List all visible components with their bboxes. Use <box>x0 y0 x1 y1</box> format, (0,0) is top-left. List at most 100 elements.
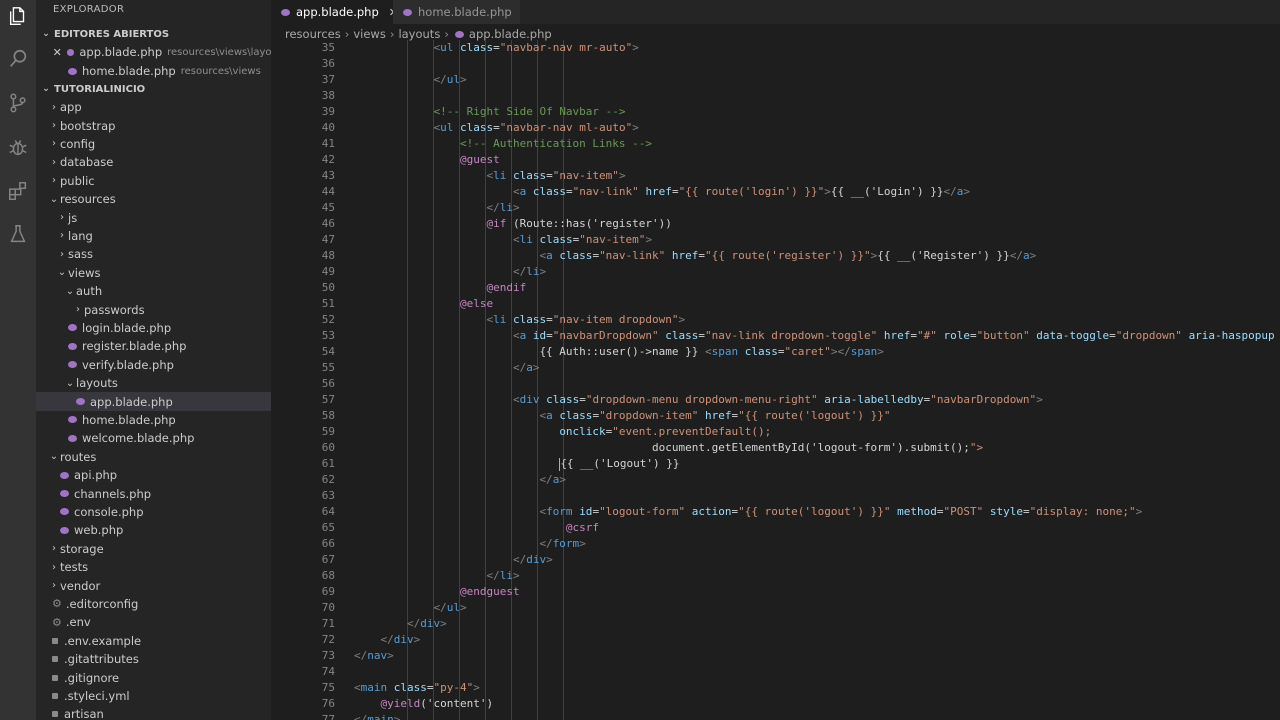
tree-folder[interactable]: ⌄ routes <box>36 448 271 466</box>
code-text: {{ __('Logout') }} <box>559 457 680 471</box>
tree-file[interactable]: ⚙ .editorconfig <box>36 595 271 613</box>
code-line[interactable]: 61 {{ __('Logout') }} <box>271 456 1280 472</box>
tree-file[interactable]: login.blade.php <box>36 319 271 337</box>
tree-folder[interactable]: › app <box>36 98 271 116</box>
code-line[interactable]: 45 </li> <box>271 200 1280 216</box>
code-line[interactable]: 59 onclick="event.preventDefault(); <box>271 424 1280 440</box>
tree-folder[interactable]: › storage <box>36 540 271 558</box>
tree-file[interactable]: artisan <box>36 705 271 720</box>
code-line[interactable]: 38 <box>271 88 1280 104</box>
project-header[interactable]: ⌄ TUTORIALINICIO <box>36 80 271 98</box>
tree-file[interactable]: verify.blade.php <box>36 356 271 374</box>
code-line[interactable]: 57 <div class="dropdown-menu dropdown-me… <box>271 392 1280 408</box>
code-line[interactable]: 39 <!-- Right Side Of Navbar --> <box>271 104 1280 120</box>
code-line[interactable]: 72 </div> <box>271 632 1280 648</box>
close-icon[interactable]: ✕ <box>52 46 63 59</box>
breadcrumb-item[interactable]: app.blade.php <box>469 27 552 41</box>
code-line[interactable]: 50 @endif <box>271 280 1280 296</box>
tab-home-blade[interactable]: home.blade.php <box>393 0 520 24</box>
tree-folder[interactable]: › public <box>36 172 271 190</box>
tree-file[interactable]: ⚙ .env <box>36 613 271 631</box>
code-line[interactable]: 74 <box>271 664 1280 680</box>
debug-icon[interactable] <box>4 133 32 161</box>
code-line[interactable]: 70 </ul> <box>271 600 1280 616</box>
tree-folder[interactable]: › sass <box>36 245 271 263</box>
breadcrumb-item[interactable]: resources <box>285 27 341 41</box>
tree-file[interactable]: home.blade.php <box>36 411 271 429</box>
tree-file[interactable]: .env.example <box>36 632 271 650</box>
code-line[interactable]: 48 <a class="nav-link" href="{{ route('r… <box>271 248 1280 264</box>
code-line[interactable]: 53 <a id="navbarDropdown" class="nav-lin… <box>271 328 1280 344</box>
tree-folder[interactable]: › bootstrap <box>36 116 271 134</box>
tree-file[interactable]: welcome.blade.php <box>36 429 271 447</box>
source-control-icon[interactable] <box>4 89 32 117</box>
tree-folder[interactable]: ⌄ resources <box>36 190 271 208</box>
tree-folder[interactable]: ⌄ layouts <box>36 374 271 392</box>
code-line[interactable]: 69 @endguest <box>271 584 1280 600</box>
tree-folder[interactable]: › js <box>36 208 271 226</box>
code-line[interactable]: 64 <form id="logout-form" action="{{ rou… <box>271 504 1280 520</box>
code-line[interactable]: 36 <box>271 56 1280 72</box>
code-line[interactable]: 42 @guest <box>271 152 1280 168</box>
files-icon[interactable] <box>4 2 32 30</box>
tree-folder[interactable]: › lang <box>36 227 271 245</box>
tree-file[interactable]: api.php <box>36 466 271 484</box>
open-editors-header[interactable]: ⌄ EDITORES ABIERTOS <box>36 25 271 43</box>
tree-item-label: console.php <box>74 504 144 519</box>
tree-folder[interactable]: › config <box>36 135 271 153</box>
tree-file[interactable]: app.blade.php <box>36 392 271 411</box>
code-line[interactable]: 65 @csrf <box>271 520 1280 536</box>
tree-folder[interactable]: ⌄ auth <box>36 282 271 300</box>
code-line[interactable]: 56 <box>271 376 1280 392</box>
code-line[interactable]: 47 <li class="nav-item"> <box>271 232 1280 248</box>
code-line[interactable]: 40 <ul class="navbar-nav ml-auto"> <box>271 120 1280 136</box>
tree-file[interactable]: console.php <box>36 503 271 521</box>
tree-file[interactable]: .gitattributes <box>36 650 271 668</box>
code-line[interactable]: 77 </main> <box>271 712 1280 720</box>
breadcrumb-item[interactable]: views <box>353 27 385 41</box>
file-icon <box>52 637 58 644</box>
code-line[interactable]: 49 </li> <box>271 264 1280 280</box>
code-line[interactable]: 46 @if (Route::has('register')) <box>271 216 1280 232</box>
code-editor[interactable]: 35 <ul class="navbar-nav mr-auto"> 36 37 <… <box>271 40 1280 720</box>
tree-file[interactable]: channels.php <box>36 484 271 502</box>
code-line[interactable]: 43 <li class="nav-item"> <box>271 168 1280 184</box>
code-line[interactable]: 71 </div> <box>271 616 1280 632</box>
tree-folder[interactable]: › passwords <box>36 300 271 318</box>
tree-file[interactable]: .gitignore <box>36 668 271 686</box>
tree-file[interactable]: web.php <box>36 521 271 539</box>
line-number: 48 <box>321 249 335 262</box>
test-icon[interactable] <box>4 220 32 248</box>
breadcrumb-item[interactable]: layouts <box>398 27 440 41</box>
tree-file[interactable]: .styleci.yml <box>36 687 271 705</box>
code-line[interactable]: 41 <!-- Authentication Links --> <box>271 136 1280 152</box>
code-line[interactable]: 63 <box>271 488 1280 504</box>
code-line[interactable]: 55 </a> <box>271 360 1280 376</box>
code-line[interactable]: 35 <ul class="navbar-nav mr-auto"> <box>271 40 1280 56</box>
code-line[interactable]: 68 </li> <box>271 568 1280 584</box>
tab-app-blade[interactable]: app.blade.php ✕ <box>271 0 407 24</box>
code-line[interactable]: 73 </nav> <box>271 648 1280 664</box>
extensions-icon[interactable] <box>4 177 32 205</box>
code-line[interactable]: 62 </a> <box>271 472 1280 488</box>
tree-file[interactable]: register.blade.php <box>36 337 271 355</box>
tree-folder[interactable]: › tests <box>36 558 271 576</box>
tree-folder[interactable]: ⌄ views <box>36 264 271 282</box>
open-editor-item[interactable]: home.blade.php resources\views <box>36 62 271 80</box>
code-line[interactable]: 44 <a class="nav-link" href="{{ route('l… <box>271 184 1280 200</box>
tree-folder[interactable]: › vendor <box>36 576 271 594</box>
tree-item-label: js <box>68 210 78 225</box>
code-line[interactable]: 60 document.getElementById('logout-form'… <box>271 440 1280 456</box>
code-line[interactable]: 37 </ul> <box>271 72 1280 88</box>
code-line[interactable]: 54 {{ Auth::user()->name }} <span class=… <box>271 344 1280 360</box>
code-line[interactable]: 58 <a class="dropdown-item" href="{{ rou… <box>271 408 1280 424</box>
code-line[interactable]: 67 </div> <box>271 552 1280 568</box>
search-icon[interactable] <box>4 45 32 73</box>
code-line[interactable]: 52 <li class="nav-item dropdown"> <box>271 312 1280 328</box>
code-line[interactable]: 75 <main class="py-4"> <box>271 680 1280 696</box>
code-line[interactable]: 51 @else <box>271 296 1280 312</box>
code-line[interactable]: 76 @yield('content') <box>271 696 1280 712</box>
code-line[interactable]: 66 </form> <box>271 536 1280 552</box>
open-editor-item[interactable]: ✕ app.blade.php resources\views\layouts <box>36 43 271 61</box>
tree-folder[interactable]: › database <box>36 153 271 171</box>
